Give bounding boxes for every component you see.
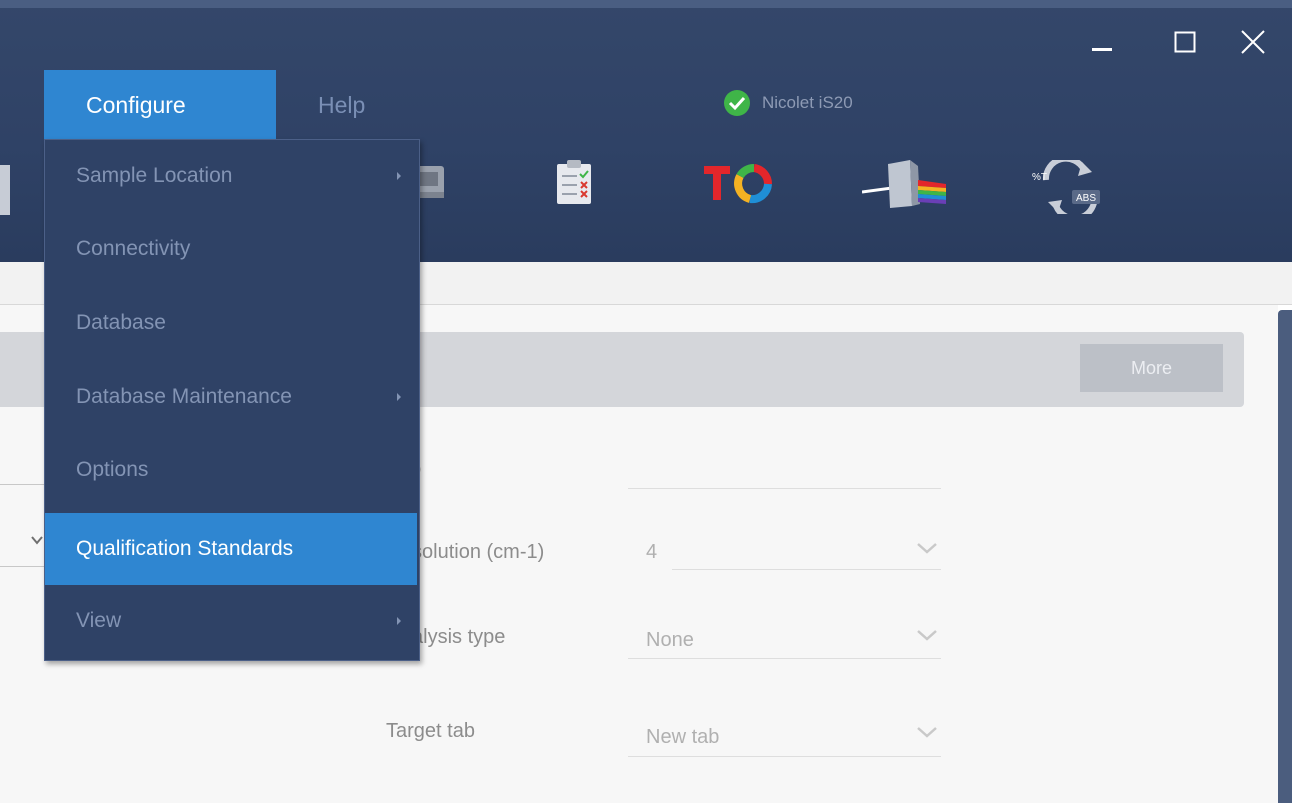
menu-item-label: Database Maintenance [76, 385, 292, 408]
field-underline [628, 488, 941, 489]
close-button[interactable] [1233, 22, 1273, 62]
menu-item-connectivity[interactable]: Connectivity [45, 213, 417, 285]
chevron-down-icon[interactable] [915, 627, 939, 643]
to-logo-icon [704, 163, 773, 204]
divider [0, 566, 46, 567]
chevron-down-icon[interactable] [915, 724, 939, 740]
menu-help-label: Help [318, 91, 366, 118]
transmittance-absorbance-button[interactable]: %T ABS [1028, 155, 1112, 222]
svg-text:ABS: ABS [1076, 193, 1096, 204]
resolution-underline [672, 569, 941, 570]
toolbar-icon-partial[interactable] [0, 165, 10, 215]
menu-item-options[interactable]: Options [45, 434, 417, 506]
submenu-arrow-icon [397, 393, 401, 401]
submenu-arrow-icon [397, 617, 401, 625]
prism-spectrum-button[interactable] [861, 158, 948, 217]
maximize-button[interactable] [1165, 22, 1205, 62]
resolution-value[interactable]: 4 [646, 541, 657, 564]
svg-text:%T: %T [1032, 172, 1047, 183]
analysis-type-value[interactable]: None [646, 629, 694, 652]
target-tab-value[interactable]: New tab [646, 726, 719, 749]
target-tab-label: Target tab [386, 720, 475, 742]
checklist-report-icon [557, 160, 591, 204]
maximize-icon [1174, 31, 1196, 53]
menu-item-label: View [76, 609, 122, 632]
menu-item-label: Connectivity [76, 237, 191, 260]
menu-configure[interactable]: Configure [44, 70, 276, 140]
check-circle-icon [724, 90, 750, 116]
menu-item-view[interactable]: View [45, 585, 417, 657]
transmittance-absorbance-icon: %T ABS [1032, 155, 1100, 222]
vertical-scrollbar[interactable] [1278, 310, 1292, 803]
menu-item-database-maintenance[interactable]: Database Maintenance [45, 361, 417, 433]
configure-dropdown-menu: Sample Location Connectivity Database Da… [44, 139, 420, 661]
prism-spectrum-icon [861, 160, 946, 208]
menu-item-label: Sample Location [76, 164, 233, 187]
menu-item-qualification-standards[interactable]: Qualification Standards [45, 513, 417, 585]
title-bar [0, 0, 1292, 8]
instrument-name: Nicolet iS20 [762, 93, 853, 112]
analysis-type-underline [628, 658, 941, 659]
analysis-type-label: alysis type [412, 626, 506, 648]
to-logo-button[interactable] [702, 162, 774, 211]
target-tab-underline [628, 756, 941, 757]
chevron-down-icon[interactable] [915, 540, 939, 556]
menu-item-label: Qualification Standards [76, 537, 294, 560]
close-icon [1241, 30, 1265, 54]
chevron-down-icon[interactable] [30, 534, 44, 546]
menu-item-sample-location[interactable]: Sample Location [45, 140, 417, 212]
submenu-arrow-icon [397, 172, 401, 180]
more-button[interactable]: More [1080, 344, 1223, 392]
divider [0, 484, 46, 485]
checklist-report-button[interactable] [553, 158, 597, 213]
menu-item-label: Options [76, 458, 149, 481]
resolution-label: solution (cm-1) [412, 541, 545, 563]
minimize-icon [1092, 48, 1112, 51]
minimize-button[interactable] [1082, 22, 1122, 62]
menu-help[interactable]: Help [318, 70, 365, 140]
instrument-status[interactable]: Nicolet iS20 [722, 88, 853, 118]
menu-configure-label: Configure [86, 91, 186, 118]
menu-item-database[interactable]: Database [45, 287, 417, 359]
menu-item-label: Database [76, 311, 166, 334]
